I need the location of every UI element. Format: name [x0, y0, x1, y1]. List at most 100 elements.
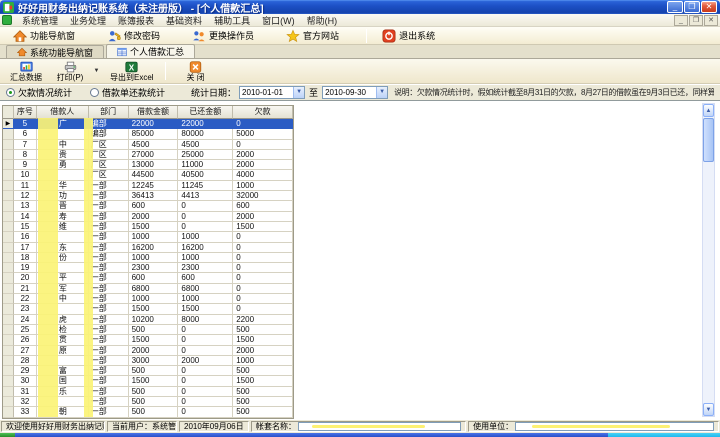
cell-borrowed-amount: 2300	[129, 263, 179, 273]
report-toolbar-button[interactable]: 关 闭	[174, 59, 218, 83]
cell-repaid-amount: 4500	[178, 140, 233, 150]
menu-item[interactable]: 基础资料	[160, 16, 208, 26]
row-selector	[3, 346, 14, 356]
menu-item[interactable]: 窗口(W)	[256, 16, 301, 26]
column-header[interactable]: 借款金额	[129, 106, 179, 119]
scroll-down-icon[interactable]: ▼	[703, 403, 714, 416]
column-header[interactable]: 欠款	[233, 106, 293, 119]
tab-system-navigator[interactable]: 系统功能导航窗	[6, 45, 104, 58]
book-name-label: 帐套名称：	[256, 422, 296, 432]
content-area: 序号借款人部门借款金额已还金额欠款▶5广编部220002200006编部8500…	[0, 100, 720, 420]
date-to-select[interactable]: 2010-09-30 ▼	[322, 86, 388, 99]
cell-owed-amount: 2000	[233, 346, 293, 356]
date-from-value: 2010-01-01	[242, 88, 283, 97]
cell-owed-amount: 500	[233, 397, 293, 407]
toolbar-button[interactable]: 修改密码	[102, 28, 165, 44]
chevron-down-icon[interactable]: ▼	[376, 87, 387, 98]
book-name-field	[298, 422, 461, 431]
cell-repaid-amount: 0	[178, 376, 233, 386]
menu-bar: 系统管理业务处理账簿报表基础资料辅助工具窗口(W)帮助(H) _ ❐ ✕	[0, 14, 720, 27]
cell-seq: 12	[14, 191, 37, 201]
users-icon	[192, 29, 206, 43]
status-welcome: 欢迎使用好好用财务出纳记账系统	[1, 421, 105, 432]
report-toolbar-button[interactable]: 打印(P)	[48, 59, 92, 83]
cell-department: 一部	[89, 222, 129, 232]
close-button[interactable]: ✕	[701, 1, 717, 13]
row-selector	[3, 160, 14, 170]
menu-item[interactable]: 账簿报表	[112, 16, 160, 26]
report-toolbar-button-label: 打印(P)	[57, 73, 84, 82]
repay-stat-label[interactable]: 借款单还款统计	[102, 86, 165, 99]
svg-text:X: X	[129, 63, 135, 72]
cell-department: 厂区	[89, 160, 129, 170]
debt-stat-label[interactable]: 欠款情况统计	[18, 86, 72, 99]
report-toolbar-button[interactable]: 汇总数据	[4, 59, 48, 83]
cell-owed-amount: 500	[233, 366, 293, 376]
cell-seq: 33	[14, 407, 37, 417]
print-dropdown-icon[interactable]: ▼	[92, 62, 101, 80]
cell-department: 编部	[89, 119, 129, 129]
menu-item[interactable]: 帮助(H)	[301, 16, 344, 26]
cell-owed-amount: 0	[233, 284, 293, 294]
report-toolbar-button-label: 汇总数据	[10, 73, 42, 82]
cell-seq: 28	[14, 356, 37, 366]
menu-item[interactable]: 业务处理	[64, 16, 112, 26]
company-unit-field	[515, 422, 714, 431]
date-to-value: 2010-09-30	[325, 88, 366, 97]
row-selector	[3, 366, 14, 376]
censor-scribble	[532, 425, 670, 428]
cell-borrowed-amount: 2000	[129, 212, 179, 222]
menu-item[interactable]: 辅助工具	[208, 16, 256, 26]
cell-owed-amount: 32000	[233, 191, 293, 201]
cell-repaid-amount: 11000	[178, 160, 233, 170]
home-icon	[13, 29, 27, 43]
scroll-up-icon[interactable]: ▲	[703, 104, 714, 117]
row-selector	[3, 150, 14, 160]
toolbar-button[interactable]: 退出系统	[377, 28, 440, 44]
cell-department: 一部	[89, 397, 129, 407]
power-icon	[382, 29, 396, 43]
vertical-scrollbar[interactable]: ▲ ▼	[702, 103, 715, 417]
cell-owed-amount: 1500	[233, 222, 293, 232]
mdi-restore-button[interactable]: ❐	[689, 15, 703, 26]
cell-department: 一部	[89, 325, 129, 335]
column-header[interactable]: 序号	[14, 106, 37, 119]
cell-repaid-amount: 25000	[178, 150, 233, 160]
restore-button[interactable]: ❐	[684, 1, 700, 13]
cell-department: 一部	[89, 263, 129, 273]
cell-seq: 18	[14, 253, 37, 263]
toolbar-button[interactable]: 功能导航窗	[8, 28, 80, 44]
cell-seq: 17	[14, 243, 37, 253]
column-header[interactable]: 已还金额	[178, 106, 233, 119]
tab-bar: 系统功能导航窗个人借款汇总	[0, 45, 720, 59]
cell-repaid-amount: 16200	[178, 243, 233, 253]
cell-borrowed-amount: 2000	[129, 346, 179, 356]
minimize-button[interactable]: _	[667, 1, 683, 13]
printer-icon	[64, 61, 77, 73]
cell-borrowed-amount: 6800	[129, 284, 179, 294]
chevron-down-icon[interactable]: ▼	[293, 87, 304, 98]
toolbar-button[interactable]: 官方网站	[281, 28, 344, 44]
start-button-fragment[interactable]	[0, 433, 15, 437]
row-selector	[3, 129, 14, 139]
cell-repaid-amount: 600	[178, 273, 233, 283]
report-toolbar-button[interactable]: X导出到Excel	[107, 59, 157, 83]
date-from-select[interactable]: 2010-01-01 ▼	[239, 86, 305, 99]
cell-department: 厂区	[89, 170, 129, 180]
mdi-minimize-button[interactable]: _	[674, 15, 688, 26]
menu-item[interactable]: 系统管理	[16, 16, 64, 26]
cell-borrowed-amount: 10200	[129, 315, 179, 325]
column-header[interactable]: 部门	[89, 106, 129, 119]
cell-owed-amount: 2000	[233, 160, 293, 170]
toolbar-button-label: 官方网站	[303, 29, 339, 42]
mdi-close-button[interactable]: ✕	[704, 15, 718, 26]
tab-home-icon	[17, 47, 27, 57]
dept-censor-highlight	[84, 118, 93, 417]
repay-stat-radio[interactable]	[90, 88, 99, 97]
debt-stat-radio[interactable]	[6, 88, 15, 97]
cell-owed-amount: 0	[233, 232, 293, 242]
cell-seq: 19	[14, 263, 37, 273]
scrollbar-thumb[interactable]	[703, 118, 714, 162]
tab-personal-loan-summary[interactable]: 个人借款汇总	[106, 44, 195, 58]
toolbar-button[interactable]: 更换操作员	[187, 28, 259, 44]
